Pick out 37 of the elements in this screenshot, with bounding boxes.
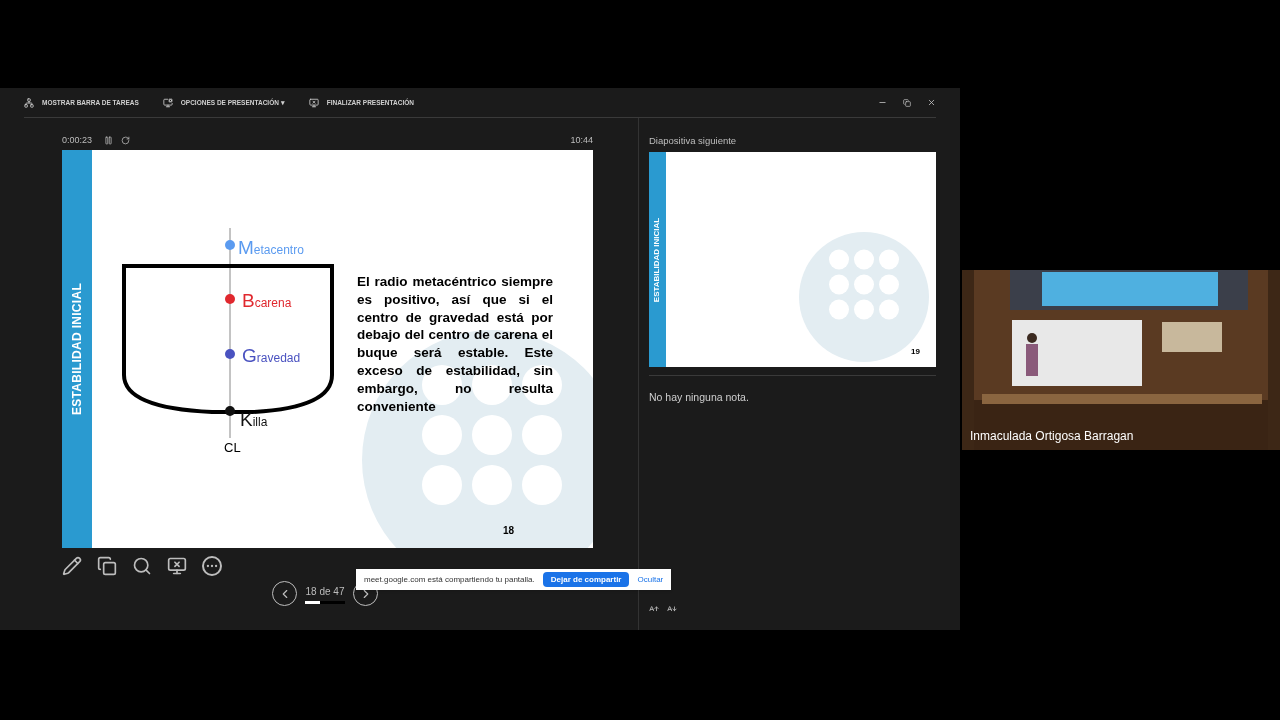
centerline-label: CL bbox=[224, 439, 241, 457]
hide-link[interactable]: Ocultar bbox=[637, 573, 664, 586]
zoom-button[interactable] bbox=[132, 556, 152, 576]
more-button[interactable] bbox=[202, 556, 222, 576]
taskbar-icon bbox=[24, 97, 34, 108]
font-larger-icon[interactable] bbox=[649, 604, 659, 614]
slides-icon bbox=[97, 556, 117, 576]
point-label: Metacentro bbox=[238, 236, 304, 260]
screen-off-button[interactable] bbox=[167, 556, 187, 576]
pause-icon[interactable] bbox=[104, 136, 114, 145]
pen-icon bbox=[62, 556, 82, 576]
monitor-gear-icon bbox=[162, 97, 173, 108]
pen-button[interactable] bbox=[62, 556, 82, 576]
font-smaller-icon[interactable] bbox=[667, 604, 677, 614]
section-title: ESTABILIDAD INICIAL bbox=[69, 282, 85, 416]
monitor-icon bbox=[167, 556, 187, 576]
notes-text: No hay ninguna nota. bbox=[649, 391, 749, 403]
participant-name: Inmaculada Ortigosa Barragan bbox=[970, 428, 1134, 445]
slide-text: El radio metacéntrico siempre es positivo, así que si el centro de gravedad está por debajo del centro de carena el buque será estable. Este exceso de estabilidad, sin embargo, no resulta conveniente bbox=[357, 273, 553, 416]
monitor-icon bbox=[308, 97, 319, 108]
point-label: Gravedad bbox=[242, 344, 301, 368]
restart-icon[interactable] bbox=[121, 136, 131, 145]
section-title: ESTABILIDAD INICIAL bbox=[651, 217, 663, 302]
search-icon bbox=[132, 556, 152, 576]
share-message: meet.google.com está compartiendo tu pantalla. bbox=[364, 573, 535, 586]
slide-number: 19 bbox=[911, 346, 920, 358]
restore-icon[interactable] bbox=[903, 98, 911, 107]
close-icon[interactable] bbox=[927, 98, 936, 107]
slide-counter: 18 de 47 bbox=[305, 584, 345, 599]
clock-time: 10:44 bbox=[570, 133, 593, 147]
slides-button[interactable] bbox=[97, 556, 117, 576]
stop-sharing-button[interactable]: Dejar de compartir bbox=[542, 572, 630, 587]
point-label: Bcarena bbox=[242, 289, 292, 313]
slide-number: 18 bbox=[503, 524, 515, 538]
elapsed-time: 0:00:23 bbox=[62, 133, 93, 147]
point-label: Killa bbox=[240, 408, 268, 432]
next-slide-heading: Diapositiva siguiente bbox=[649, 134, 738, 148]
